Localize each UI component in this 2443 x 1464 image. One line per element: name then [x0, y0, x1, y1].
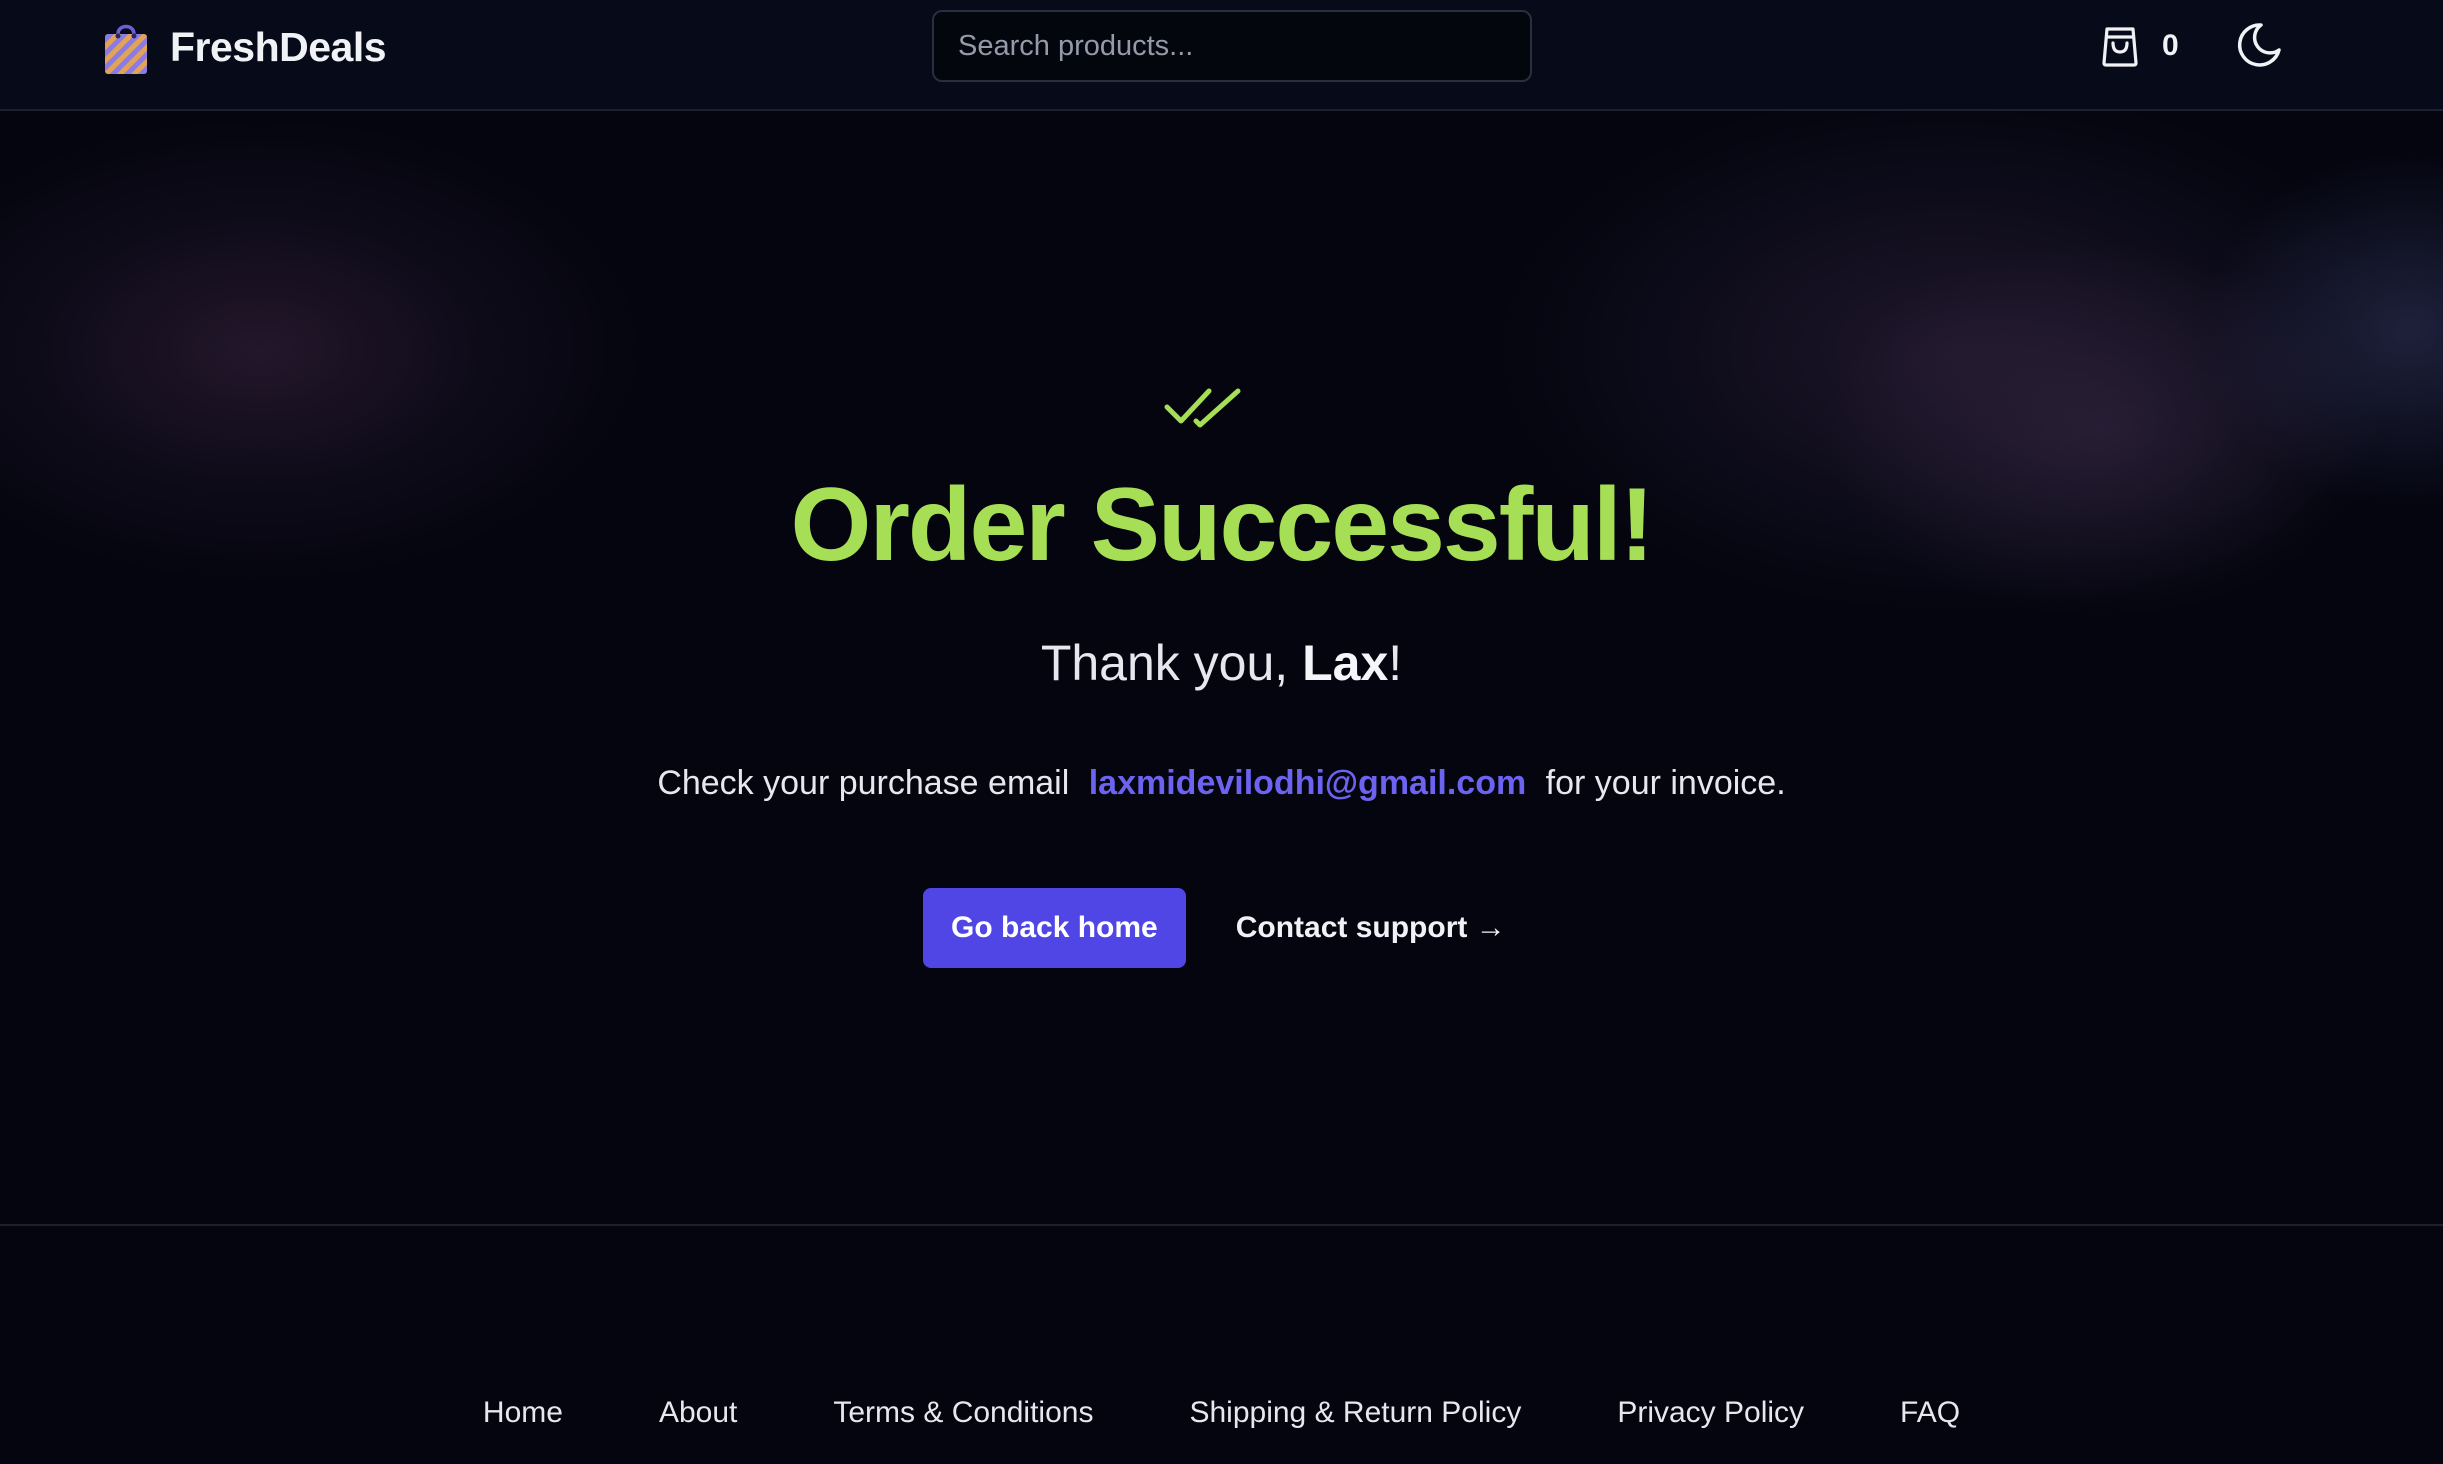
cart-icon	[2102, 27, 2138, 67]
footer-link-faq[interactable]: FAQ	[1900, 1388, 1960, 1438]
footer-nav: Home About Terms & Conditions Shipping &…	[0, 1388, 2443, 1438]
thanks-suffix: !	[1388, 635, 1403, 691]
order-success-page: FreshDeals 0 Order Successful! Thank y	[0, 0, 2443, 1464]
footer-link-about[interactable]: About	[659, 1388, 737, 1438]
footer-link-shipping-return[interactable]: Shipping & Return Policy	[1189, 1388, 1521, 1438]
contact-support-link[interactable]: Contact support →	[1236, 911, 1506, 945]
action-buttons: Go back home Contact support →	[923, 888, 1506, 968]
brand-name: FreshDeals	[170, 23, 387, 70]
shopping-bag-icon	[105, 24, 147, 74]
brand-link[interactable]: FreshDeals	[102, 18, 387, 76]
cart-count: 0	[2162, 29, 2179, 62]
go-back-home-button[interactable]: Go back home	[923, 888, 1186, 968]
main-content: Order Successful! Thank you, Lax! Check …	[0, 113, 2443, 1224]
customer-email: laxmidevilodhi@gmail.com	[1088, 764, 1527, 802]
double-check-icon	[1164, 383, 1242, 435]
moon-icon	[2237, 23, 2281, 67]
email-prefix: Check your purchase email	[657, 764, 1070, 802]
site-header: FreshDeals 0	[0, 0, 2443, 111]
footer-link-home[interactable]: Home	[483, 1388, 563, 1438]
theme-toggle-button[interactable]	[2234, 20, 2284, 72]
customer-name: Lax	[1302, 635, 1389, 691]
email-suffix: for your invoice.	[1545, 764, 1786, 802]
footer-link-terms[interactable]: Terms & Conditions	[833, 1388, 1093, 1438]
cart-button[interactable]: 0	[2100, 20, 2179, 72]
footer-divider	[0, 1224, 2443, 1226]
page-title: Order Successful!	[790, 467, 1655, 583]
thank-you-message: Thank you, Lax!	[0, 633, 2443, 693]
footer-link-privacy[interactable]: Privacy Policy	[1617, 1388, 1804, 1438]
invoice-email-message: Check your purchase email laxmidevilodhi…	[0, 761, 2443, 805]
thanks-prefix: Thank you,	[1040, 635, 1289, 691]
search-input[interactable]	[932, 10, 1532, 82]
